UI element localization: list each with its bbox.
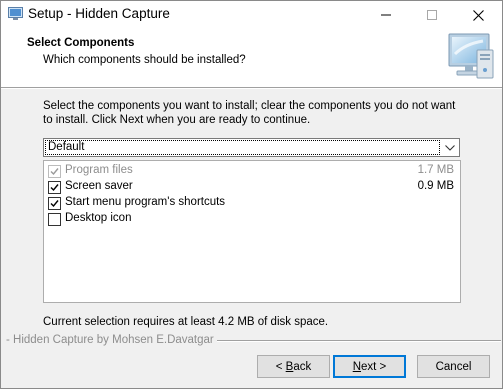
setup-type-select[interactable]: Default [43, 138, 460, 157]
next-rest: ext > [361, 360, 387, 373]
header-divider [1, 88, 502, 89]
component-row-screen-saver[interactable]: Screen saver 0.9 MB [48, 179, 456, 195]
component-label: Screen saver [65, 180, 133, 192]
window-title: Setup - Hidden Capture [28, 6, 170, 21]
next-accel: N [352, 360, 362, 373]
wizard-header: Select Components Which components shoul… [1, 29, 502, 88]
checkbox[interactable] [48, 181, 61, 194]
checkbox[interactable] [48, 213, 61, 226]
select-focus-rect: Default [45, 140, 440, 155]
maximize-button[interactable] [409, 1, 455, 29]
checkbox[interactable] [48, 197, 61, 210]
select-value: Default [48, 141, 85, 153]
footer-brand-text: - Hidden Capture by Mohsen E.Davatgar [6, 334, 217, 346]
cancel-button[interactable]: Cancel [417, 355, 490, 378]
chevron-down-icon[interactable] [440, 139, 459, 156]
component-size: 1.7 MB [417, 164, 454, 176]
instructions-text: Select the components you want to instal… [43, 100, 456, 126]
close-button[interactable] [455, 1, 501, 29]
minimize-button[interactable] [363, 1, 409, 29]
component-label: Start menu program's shortcuts [65, 196, 226, 208]
component-label: Program files [65, 164, 133, 176]
page-title: Select Components [27, 37, 135, 49]
components-list[interactable]: Program files 1.7 MB Screen saver 0.9 MB… [43, 160, 461, 303]
disk-space-text: Current selection requires at least 4.2 … [43, 316, 329, 328]
component-size: 0.9 MB [417, 180, 454, 192]
component-row-desktop-icon[interactable]: Desktop icon [48, 211, 456, 227]
title-bar[interactable]: Setup - Hidden Capture [1, 1, 502, 29]
setup-app-icon [8, 7, 23, 21]
next-button[interactable]: Next > [333, 355, 406, 378]
back-accel: B [285, 360, 294, 373]
back-prefix: < [275, 360, 286, 373]
component-row-program-files: Program files 1.7 MB [48, 163, 456, 179]
back-button[interactable]: < Back [257, 355, 330, 378]
checkbox [48, 165, 61, 178]
component-label: Desktop icon [65, 212, 132, 224]
computer-icon [447, 32, 495, 82]
setup-window: Setup - Hidden Capture Select Components… [0, 0, 503, 389]
page-subtitle: Which components should be installed? [43, 54, 246, 66]
back-rest: ack [293, 360, 312, 373]
component-row-start-menu-shortcuts[interactable]: Start menu program's shortcuts [48, 195, 456, 211]
